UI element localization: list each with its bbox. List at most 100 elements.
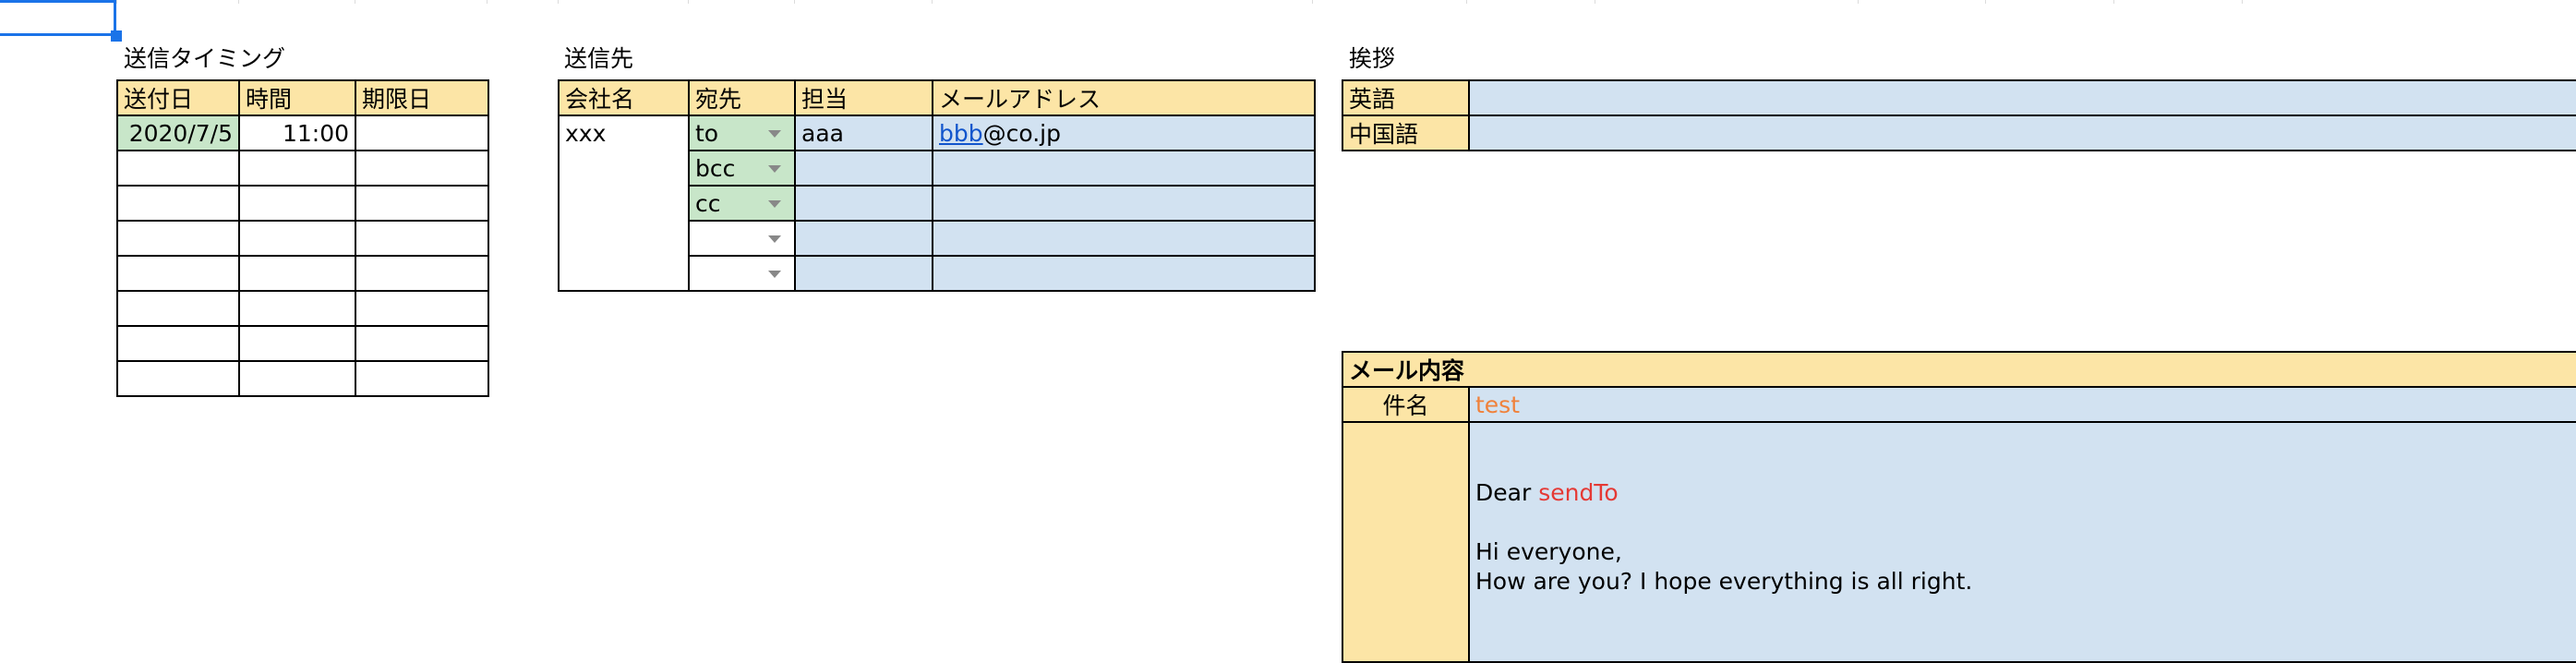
email-link[interactable]: bbb [939,120,983,147]
grid-line [238,0,239,4]
recipient-type-dropdown[interactable]: to [688,115,796,151]
table-cell[interactable] [116,255,240,292]
dropdown-arrow-icon[interactable] [768,200,781,208]
table-cell[interactable] [116,185,240,222]
table-row [116,360,489,397]
dropdown-value: cc [695,189,721,217]
email-cell[interactable] [932,185,1316,222]
table-cell[interactable] [355,255,489,292]
table-cell[interactable] [238,360,356,397]
table-cell[interactable] [116,150,240,187]
column-header[interactable]: メールアドレス [932,79,1316,116]
column-header[interactable]: 送付日 [116,79,240,116]
person-cell[interactable] [794,185,933,222]
email-cell[interactable] [932,255,1316,292]
grid-line [116,0,117,4]
column-header[interactable]: 担当 [794,79,933,116]
table-cell[interactable] [355,150,489,187]
grid-line [688,0,689,4]
deadline-cell[interactable] [355,115,489,151]
greeting-value-chinese[interactable] [1468,115,2576,151]
recipient-type-dropdown[interactable] [688,255,796,292]
greeting-value-english[interactable] [1468,79,2576,116]
person-cell[interactable] [794,220,933,257]
column-header[interactable]: 時間 [238,79,356,116]
company-name-cell[interactable]: xxx [558,115,690,292]
table-row: Dear sendTo Hi everyone, How are you? I … [1342,421,2576,663]
fill-handle[interactable] [111,30,122,42]
table-row: 件名 test [1342,386,2576,423]
greeting-label-english[interactable]: 英語 [1342,79,1470,116]
email-cell[interactable] [932,150,1316,187]
mail-content-title[interactable]: メール内容 [1341,351,2576,388]
recipients-table: 会社名 宛先 担当 メールアドレス xxx to aaa bbb@co.jp b… [558,79,1316,292]
table-row: xxx to aaa bbb@co.jp [558,115,1316,292]
send-date-cell[interactable]: 2020/7/5 [116,115,240,151]
email-domain: @co.jp [982,119,1061,147]
table-row: 2020/7/5 11:00 [116,115,489,151]
table-header-row: 会社名 宛先 担当 メールアドレス [558,79,1316,116]
table-cell[interactable] [238,290,356,327]
email-cell[interactable] [932,220,1316,257]
dropdown-arrow-icon[interactable] [768,165,781,173]
dropdown-value: bcc [695,154,736,182]
email-cell[interactable]: bbb@co.jp [932,115,1316,151]
table-row: 英語 [1342,79,2576,116]
dropdown-arrow-icon[interactable] [768,271,781,278]
column-header[interactable]: 会社名 [558,79,690,116]
table-cell[interactable] [116,360,240,397]
grid-line [558,0,559,4]
table-row [116,220,489,257]
grid-line [1858,0,1859,4]
table-cell[interactable] [238,220,356,257]
table-row [116,255,489,292]
recipient-type-dropdown[interactable]: bcc [688,150,796,187]
table-cell[interactable] [238,255,356,292]
table-cell[interactable] [116,290,240,327]
recipients-title: 送信先 [564,45,634,72]
send-time-cell[interactable]: 11:00 [238,115,356,151]
recipient-type-dropdown[interactable]: cc [688,185,796,222]
subject-label[interactable]: 件名 [1342,386,1470,423]
person-cell[interactable] [794,255,933,292]
grid-line [794,0,795,4]
table-row [116,185,489,222]
timing-title: 送信タイミング [124,45,286,72]
selected-cell[interactable] [0,0,116,36]
body-dear: Dear [1475,479,1532,506]
body-line-2: How are you? I hope everything is all ri… [1475,568,1973,595]
body-cell[interactable]: Dear sendTo Hi everyone, How are you? I … [1467,421,2576,663]
table-cell[interactable] [238,325,356,362]
grid-line [2113,0,2114,4]
mail-content-table: メール内容 件名 test Dear sendTo Hi everyone, H… [1341,351,2576,663]
table-cell[interactable] [355,220,489,257]
table-cell[interactable] [355,360,489,397]
table-row: 中国語 [1342,115,2576,151]
greeting-title: 挨拶 [1349,45,1396,72]
greeting-label-chinese[interactable]: 中国語 [1342,115,1470,151]
column-header[interactable]: 宛先 [688,79,796,116]
recipient-type-dropdown[interactable] [688,220,796,257]
table-header-row: メール内容 [1341,351,2576,388]
body-blank-line [1475,508,2570,537]
grid-line [1466,0,1467,4]
grid-line [932,0,933,4]
body-dear-line: Dear sendTo [1475,478,2570,508]
person-cell[interactable]: aaa [794,115,933,151]
table-cell[interactable] [116,220,240,257]
table-cell[interactable] [238,185,356,222]
dropdown-arrow-icon[interactable] [768,130,781,138]
table-row [116,150,489,187]
table-cell[interactable] [238,150,356,187]
table-cell[interactable] [116,325,240,362]
column-header[interactable]: 期限日 [355,79,489,116]
body-label-cell[interactable] [1342,421,1470,663]
timing-table: 送付日 時間 期限日 2020/7/5 11:00 [116,79,489,397]
table-cell[interactable] [355,185,489,222]
subject-cell[interactable]: test [1467,386,2576,423]
dropdown-arrow-icon[interactable] [768,235,781,243]
table-cell[interactable] [355,325,489,362]
person-cell[interactable] [794,150,933,187]
greeting-table: 英語 中国語 [1342,79,2576,151]
table-cell[interactable] [355,290,489,327]
